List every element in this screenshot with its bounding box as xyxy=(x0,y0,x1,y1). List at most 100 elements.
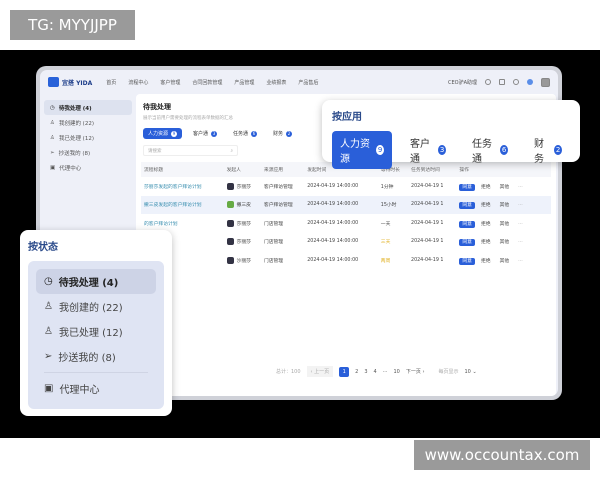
reject-button[interactable]: 拒绝 xyxy=(478,239,494,246)
reject-button[interactable]: 拒绝 xyxy=(478,221,494,228)
status-item-agent[interactable]: ▣ 代理中心 xyxy=(36,376,156,401)
initiator: 莎丽莎 xyxy=(224,214,261,233)
approve-button[interactable]: 同意 xyxy=(459,239,475,247)
status-item-handled[interactable]: ♙ 我已处理 (12) xyxy=(36,319,156,344)
agent-icon: ▣ xyxy=(50,164,56,171)
process-table: 流程标题 发起人 来源应用 发起时间 等待时长 任务到达时间 操作 莎丽莎发起的客户拜访计划… xyxy=(141,162,551,270)
initiator-name: 撒三皮 xyxy=(236,203,251,209)
more-icon[interactable]: ··· xyxy=(515,258,526,265)
tab-finance[interactable]: 财务 2 xyxy=(268,128,297,139)
nav-item[interactable]: 合同回款管理 xyxy=(192,79,222,86)
process-title-link[interactable]: 撒三皮发起的客户拜访计划 xyxy=(141,195,224,214)
page-button[interactable]: 1 xyxy=(339,366,350,377)
col-header: 发起人 xyxy=(223,162,261,177)
row-actions: 同意 拒绝 其他 ··· xyxy=(456,214,551,233)
gear-icon[interactable] xyxy=(513,79,519,85)
status-item-pending[interactable]: ◷ 待我处理 (4) xyxy=(36,269,156,294)
other-button[interactable]: 其他 xyxy=(497,184,513,191)
sidebar-item-handled[interactable]: ♙ 我已处理 (12) xyxy=(44,130,132,145)
nav-item[interactable]: 产品售后 xyxy=(298,79,318,86)
table-row[interactable]: 的客户拜访计划 莎丽莎 门店管理 2024-04-19 14:00:00 一天 … xyxy=(141,214,551,233)
status-item-label: 代理中心 xyxy=(59,385,100,396)
table-row[interactable]: 的门店巡检 莎丽莎 门店管理 2024-04-19 14:00:00 三天 20… xyxy=(141,233,551,252)
process-title-link[interactable]: 莎丽莎发起的客户拜访计划 xyxy=(141,177,224,196)
user-switch[interactable]: CEO驴A助理 xyxy=(448,79,477,86)
source-app: 客户拜访管理 xyxy=(260,195,305,214)
user-check-icon: ♙ xyxy=(50,134,55,141)
nav-item[interactable]: 流程中心 xyxy=(128,79,148,86)
page-button[interactable]: 10 xyxy=(394,369,400,375)
sidebar-item-pending[interactable]: ◷ 待我处理 (4) xyxy=(44,100,132,115)
tab-task[interactable]: 任务通 6 xyxy=(228,128,262,139)
reject-button[interactable]: 拒绝 xyxy=(478,202,494,209)
arrival-time: 2024-04-19 1 xyxy=(411,257,444,263)
avatar xyxy=(226,219,234,227)
approve-button[interactable]: 同意 xyxy=(459,220,475,228)
page-button[interactable]: 4 xyxy=(374,369,377,375)
tab-label: 任务通 xyxy=(472,139,492,165)
help-icon[interactable] xyxy=(485,79,491,85)
approve-button[interactable]: 同意 xyxy=(459,183,475,191)
send-icon: ➢ xyxy=(44,351,53,362)
start-time: 2024-04-19 14:00:00 xyxy=(307,257,359,263)
reject-button[interactable]: 拒绝 xyxy=(478,258,494,265)
sidebar-item-agent[interactable]: ▣ 代理中心 xyxy=(44,160,132,175)
brand-logo[interactable]: 宜搭 YIDA xyxy=(48,77,92,87)
status-item-created[interactable]: ♙ 我创建的 (22) xyxy=(36,294,156,319)
nav-item[interactable]: 产品管理 xyxy=(234,79,254,86)
page-button[interactable]: 2 xyxy=(355,369,358,375)
tab-customer[interactable]: 客户通 3 xyxy=(188,128,222,139)
prev-page-button[interactable]: ‹ 上一页 xyxy=(306,366,334,377)
app-tab-customer[interactable]: 客户通 3 xyxy=(402,131,454,169)
tab-hr[interactable]: 人力资源 9 xyxy=(143,128,183,139)
sidebar-item-created[interactable]: ♙ 我创建的 (22) xyxy=(44,115,132,130)
sidebar-item-label: 我创建的 (22) xyxy=(58,120,94,127)
start-time: 2024-04-19 14:00:00 xyxy=(307,239,359,245)
total-count: 总计：100 xyxy=(276,369,301,375)
wait-duration: 两周 xyxy=(380,258,391,264)
page-button[interactable]: 3 xyxy=(364,369,367,375)
more-icon[interactable]: ··· xyxy=(515,184,526,191)
app-tab-task[interactable]: 任务通 6 xyxy=(464,131,516,169)
sidebar-item-label: 抄送我的 (8) xyxy=(58,150,91,157)
search-input[interactable]: 请搜索 ⌕ xyxy=(143,145,238,156)
nav-item[interactable]: 业绩报表 xyxy=(266,79,286,86)
count-badge: 9 xyxy=(171,130,178,137)
notification-icon[interactable] xyxy=(527,79,533,85)
sidebar-item-cc[interactable]: ➢ 抄送我的 (8) xyxy=(44,145,132,160)
more-icon[interactable]: ··· xyxy=(515,221,526,228)
table-row[interactable]: 莎丽莎发起的客户拜访计划 莎丽莎 客户拜访管理 2024-04-19 14:00… xyxy=(141,177,551,196)
nav-item[interactable]: 客户管理 xyxy=(160,79,180,86)
per-page-select[interactable]: 10 ⌄ xyxy=(465,369,477,375)
nav-item[interactable]: 首页 xyxy=(106,79,116,86)
source-app: 客户拜访管理 xyxy=(263,184,293,190)
divider xyxy=(44,372,148,373)
wait-duration: 一天 xyxy=(380,221,391,227)
other-button[interactable]: 其他 xyxy=(497,258,513,265)
tab-label: 客户通 xyxy=(410,139,430,165)
source-app: 门店管理 xyxy=(263,258,284,264)
more-icon[interactable]: ··· xyxy=(515,239,526,246)
other-button[interactable]: 其他 xyxy=(497,221,513,228)
send-icon: ➢ xyxy=(50,149,55,156)
status-item-cc[interactable]: ➢ 抄送我的 (8) xyxy=(36,344,156,369)
next-label: 下一页 xyxy=(405,369,421,375)
table-row[interactable]: 撒三皮发起的客户拜访计划 撒三皮 客户拜访管理 2024-04-19 14:00… xyxy=(141,195,551,214)
reject-button[interactable]: 拒绝 xyxy=(478,184,494,191)
table-row[interactable]: 的门店巡检 沙丽莎 门店管理 2024-04-19 14:00:00 两周 20… xyxy=(141,251,551,270)
initiator: 莎丽莎 xyxy=(224,177,261,196)
next-page-button[interactable]: 下一页 › xyxy=(406,368,425,375)
avatar[interactable] xyxy=(541,77,550,87)
approve-button[interactable]: 同意 xyxy=(459,257,475,265)
document-icon[interactable] xyxy=(499,79,505,85)
approve-button[interactable]: 同意 xyxy=(459,202,475,210)
start-time: 2024-04-19 14:00:00 xyxy=(304,195,378,214)
more-icon[interactable]: ··· xyxy=(515,202,526,209)
other-button[interactable]: 其他 xyxy=(497,239,513,246)
app-tab-finance[interactable]: 财务 2 xyxy=(526,131,570,169)
page-ellipsis[interactable]: ··· xyxy=(383,369,388,375)
other-button[interactable]: 其他 xyxy=(497,202,513,209)
user-check-icon: ♙ xyxy=(44,326,53,337)
count-badge: 3 xyxy=(211,130,218,137)
app-tab-hr[interactable]: 人力资源 9 xyxy=(332,131,392,169)
